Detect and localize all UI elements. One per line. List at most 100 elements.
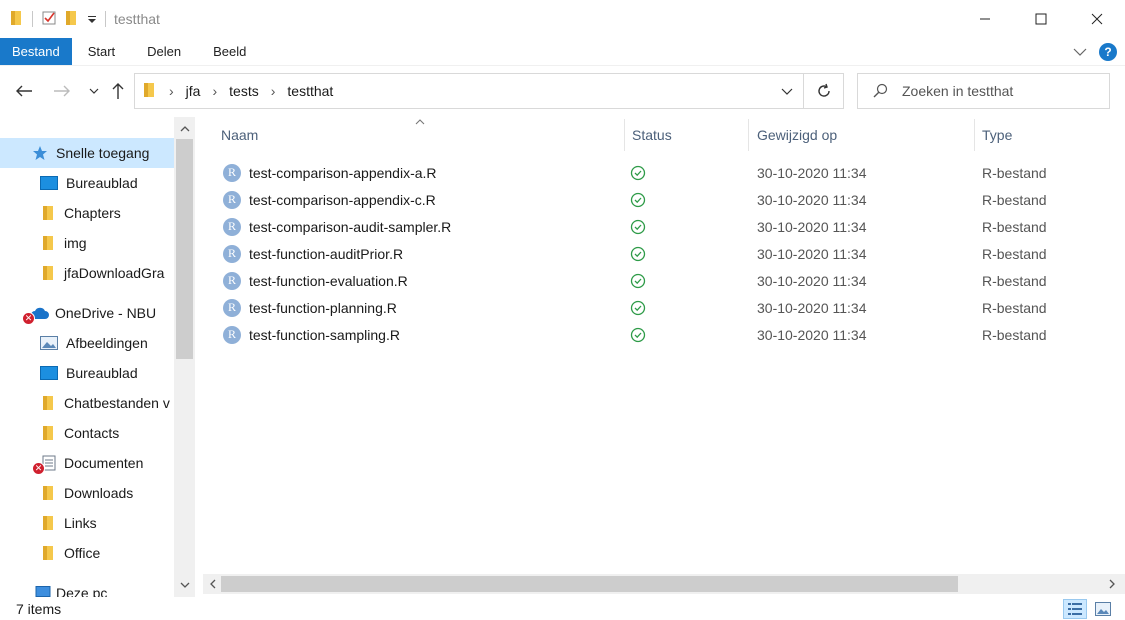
breadcrumb-separator-icon[interactable]: › [271, 83, 276, 99]
refresh-button[interactable] [804, 73, 844, 109]
details-view-button[interactable] [1063, 599, 1087, 619]
modified-cell: 30-10-2020 11:34 [757, 218, 867, 235]
r-file-icon: R [223, 298, 241, 317]
table-row[interactable]: R test-function-planning.R 30-10-2020 11… [221, 294, 1111, 321]
sidebar-item-deze-pc[interactable]: Deze pc [0, 578, 174, 597]
quick-access-toolbar [0, 10, 106, 29]
recent-locations-button[interactable] [82, 79, 106, 103]
breadcrumb-jfa[interactable]: jfa [186, 83, 201, 99]
column-divider[interactable] [748, 119, 749, 151]
column-header-type[interactable]: Type [982, 117, 1102, 153]
sidebar-item-img[interactable]: img [0, 228, 174, 258]
close-icon [1091, 13, 1103, 25]
sidebar-item-contacts[interactable]: Contacts [0, 418, 174, 448]
properties-icon[interactable] [41, 10, 57, 29]
view-switcher [1063, 598, 1115, 620]
forward-button[interactable] [50, 79, 74, 103]
customize-toolbar-icon[interactable] [87, 11, 97, 27]
scroll-down-button[interactable] [174, 575, 195, 595]
column-header-name[interactable]: Naam [221, 117, 621, 153]
tab-delen[interactable]: Delen [131, 38, 197, 65]
r-file-icon: R [223, 217, 241, 236]
file-name: test-comparison-appendix-a.R [249, 164, 437, 181]
star-icon [33, 146, 47, 160]
help-icon[interactable]: ? [1099, 43, 1117, 61]
scrollbar-thumb[interactable] [176, 139, 193, 359]
status-cell [630, 159, 646, 186]
expand-ribbon-button[interactable] [1073, 44, 1087, 60]
sidebar-item-bureaublad-onedrive[interactable]: Bureaublad [0, 358, 174, 388]
breadcrumb-separator-icon[interactable]: › [169, 83, 174, 99]
status-cell [630, 186, 646, 213]
column-header-modified[interactable]: Gewijzigd op [757, 117, 967, 153]
title-bar: testthat [0, 0, 1125, 38]
scrollbar-thumb[interactable] [221, 576, 958, 592]
table-row[interactable]: R test-function-evaluation.R 30-10-2020 … [221, 267, 1111, 294]
scroll-up-button[interactable] [174, 118, 195, 138]
type-cell: R-bestand [982, 326, 1047, 343]
sidebar-item-snelle-toegang[interactable]: Snelle toegang [0, 138, 174, 168]
sidebar-item-afbeeldingen[interactable]: Afbeeldingen [0, 328, 174, 358]
table-row[interactable]: R test-comparison-appendix-a.R 30-10-202… [221, 159, 1111, 186]
r-file-icon: R [223, 244, 241, 263]
back-button[interactable] [12, 79, 36, 103]
pictures-icon [40, 336, 58, 350]
modified-cell: 30-10-2020 11:34 [757, 191, 867, 208]
chevron-down-icon [89, 88, 99, 94]
file-name-cell: R test-comparison-audit-sampler.R [223, 213, 451, 240]
minimize-icon [980, 18, 990, 20]
file-name-cell: R test-function-sampling.R [223, 321, 400, 348]
large-icons-view-button[interactable] [1091, 599, 1115, 619]
file-name: test-function-evaluation.R [249, 272, 408, 289]
type-cell: R-bestand [982, 218, 1047, 235]
arrow-right-icon [54, 85, 70, 97]
modified-cell: 30-10-2020 11:34 [757, 326, 867, 343]
column-divider[interactable] [624, 119, 625, 151]
tab-beeld[interactable]: Beeld [197, 38, 262, 65]
table-row[interactable]: R test-function-auditPrior.R 30-10-2020 … [221, 240, 1111, 267]
sidebar-item-links[interactable]: Links [0, 508, 174, 538]
new-folder-icon[interactable] [65, 10, 79, 29]
sidebar-item-bureaublad[interactable]: Bureaublad [0, 168, 174, 198]
pc-icon [35, 586, 51, 597]
separator [32, 11, 33, 27]
maximize-button[interactable] [1013, 0, 1069, 38]
status-bar: 7 items [0, 598, 1125, 620]
chevron-left-icon [209, 579, 215, 589]
address-dropdown-button[interactable] [781, 83, 793, 99]
search-box[interactable] [857, 73, 1110, 109]
scroll-right-button[interactable] [1103, 574, 1121, 594]
sync-error-icon: ✕ [32, 462, 45, 475]
sidebar-item-office[interactable]: Office [0, 538, 174, 568]
up-button[interactable] [106, 79, 130, 103]
breadcrumb-testthat[interactable]: testthat [287, 83, 333, 99]
sidebar-item-downloads[interactable]: Downloads [0, 478, 174, 508]
minimize-button[interactable] [957, 0, 1013, 38]
scroll-left-button[interactable] [203, 574, 221, 594]
column-header-status[interactable]: Status [632, 117, 742, 153]
breadcrumb-tests[interactable]: tests [229, 83, 259, 99]
desktop-icon [40, 176, 58, 190]
column-divider[interactable] [974, 119, 975, 151]
sidebar-item-chatbestanden[interactable]: Chatbestanden v [0, 388, 174, 418]
window-controls [957, 0, 1125, 38]
breadcrumb-separator-icon[interactable]: › [212, 83, 217, 99]
horizontal-scrollbar[interactable] [203, 574, 1125, 594]
r-file-icon: R [223, 163, 241, 182]
address-bar[interactable]: › jfa › tests › testthat [134, 73, 804, 109]
folder-icon [43, 546, 53, 560]
synced-check-icon [630, 300, 646, 315]
sidebar-item-chapters[interactable]: Chapters [0, 198, 174, 228]
sidebar-item-documenten[interactable]: Documenten [0, 448, 174, 478]
table-row[interactable]: R test-comparison-appendix-c.R 30-10-202… [221, 186, 1111, 213]
desktop-icon [40, 366, 58, 380]
sidebar-item-jfadownloadgra[interactable]: jfaDownloadGra [0, 258, 174, 288]
tab-bestand[interactable]: Bestand [0, 38, 72, 65]
table-row[interactable]: R test-comparison-audit-sampler.R 30-10-… [221, 213, 1111, 240]
sidebar-scrollbar[interactable] [174, 117, 195, 597]
close-button[interactable] [1069, 0, 1125, 38]
r-file-icon: R [223, 271, 241, 290]
search-input[interactable] [902, 83, 1102, 99]
table-row[interactable]: R test-function-sampling.R 30-10-2020 11… [221, 321, 1111, 348]
tab-start[interactable]: Start [72, 38, 131, 65]
